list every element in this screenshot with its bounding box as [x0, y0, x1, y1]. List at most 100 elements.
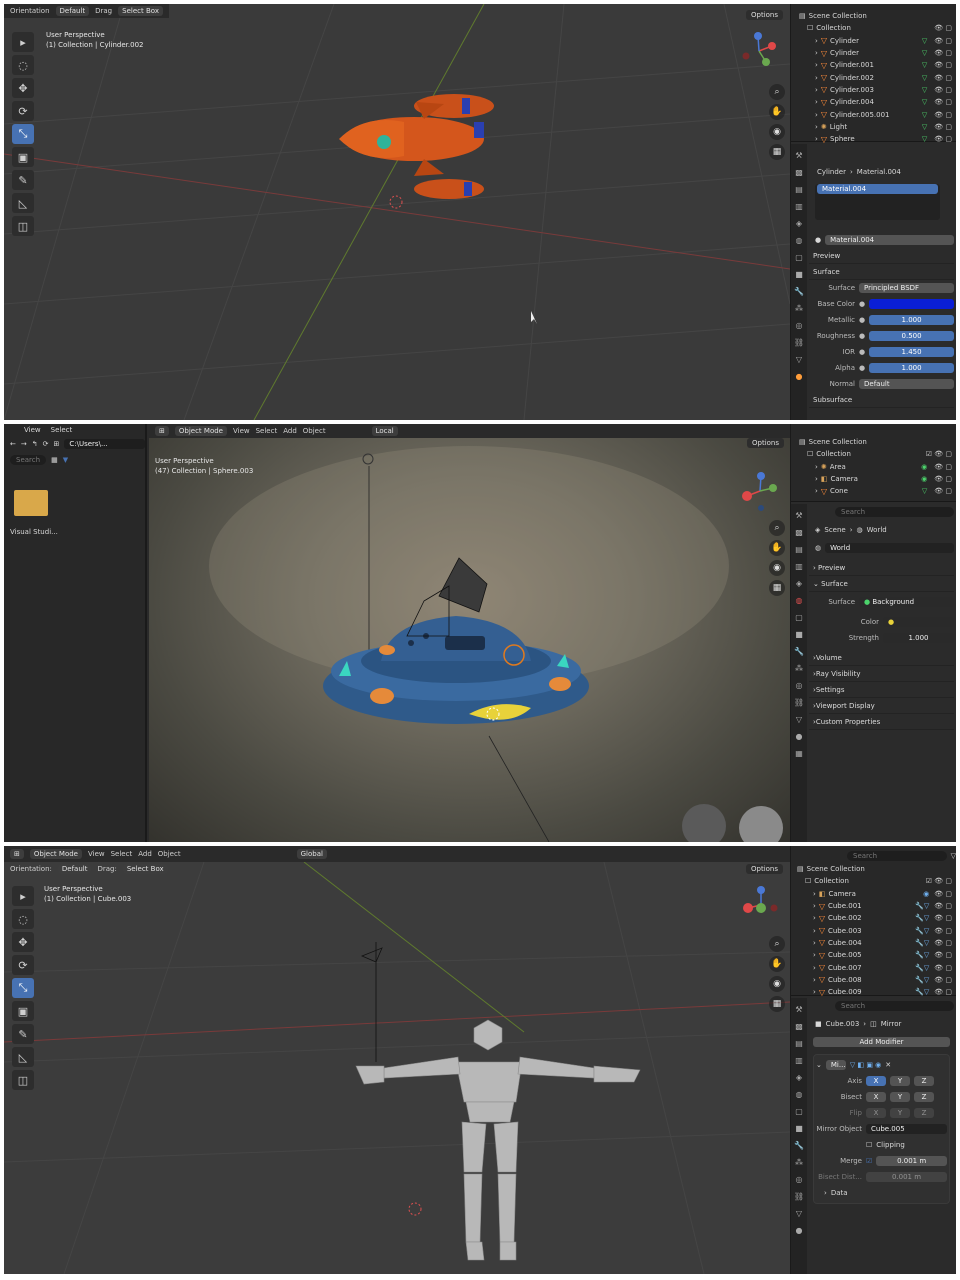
- surface-section[interactable]: Surface: [809, 264, 954, 280]
- expand-chevron-icon[interactable]: ›: [815, 111, 818, 119]
- expand-chevron-icon[interactable]: ›: [813, 902, 816, 910]
- mode-dropdown[interactable]: Object Mode: [174, 426, 227, 436]
- material-slot-list[interactable]: Material.004: [815, 184, 940, 220]
- parent-dir-icon[interactable]: ↰: [32, 440, 38, 448]
- shader-dropdown[interactable]: ● Background: [859, 597, 954, 607]
- axis-y-toggle[interactable]: Y: [890, 1076, 910, 1086]
- outliner-scene-collection[interactable]: ▤ Scene Collection: [799, 10, 956, 22]
- modifier-data-icon[interactable]: 🔧▽: [915, 927, 929, 935]
- expand-chevron-icon[interactable]: ›: [813, 890, 816, 898]
- visibility-toggle-icon[interactable]: 👁 ▢: [934, 902, 952, 910]
- visibility-toggle-icon[interactable]: 👁 ▢: [934, 475, 952, 483]
- visibility-toggle-icon[interactable]: 👁 ▢: [934, 988, 952, 996]
- transform-orientation-dropdown[interactable]: Global: [296, 849, 327, 859]
- object-tab-icon[interactable]: ■: [793, 1123, 805, 1135]
- visibility-toggle-icon[interactable]: 👁 ▢: [934, 123, 952, 131]
- visibility-toggle-icon[interactable]: 👁 ▢: [934, 976, 952, 984]
- annotate-tool-icon[interactable]: ✎: [12, 1024, 34, 1044]
- outliner-item[interactable]: › ▽ Cone ▽ 👁 ▢: [799, 485, 956, 497]
- add-cube-tool-icon[interactable]: ◫: [12, 216, 34, 236]
- constraints-tab-icon[interactable]: ⛓: [793, 1191, 805, 1203]
- outliner-scene-collection[interactable]: ▤ Scene Collection: [797, 863, 956, 875]
- visibility-toggle-icon[interactable]: 👁 ▢: [934, 49, 952, 57]
- mesh-data-icon[interactable]: ▽: [922, 111, 927, 119]
- data-tab-icon[interactable]: ▽: [793, 1208, 805, 1220]
- expand-chevron-icon[interactable]: ›: [813, 951, 816, 959]
- flip-y-toggle[interactable]: Y: [890, 1108, 910, 1118]
- mesh-data-icon[interactable]: ▽: [922, 74, 927, 82]
- properties-search-input[interactable]: Search: [835, 507, 954, 517]
- flip-z-toggle[interactable]: Z: [914, 1108, 934, 1118]
- collapse-chevron-icon[interactable]: ⌄: [816, 1061, 822, 1069]
- navigation-gizmo-icon[interactable]: [738, 882, 784, 928]
- drag-dropdown[interactable]: Select Box: [122, 863, 168, 874]
- orientation-dropdown[interactable]: Default: [55, 6, 90, 16]
- collection-tab-icon[interactable]: ▢: [793, 612, 805, 624]
- object-data-icon[interactable]: ▽: [922, 487, 927, 495]
- modifier-data-icon[interactable]: 🔧▽: [915, 914, 929, 922]
- transform-tool-icon[interactable]: ▣: [12, 1001, 34, 1021]
- visibility-toggle-icon[interactable]: 👁 ▢: [934, 939, 952, 947]
- outliner-item[interactable]: › ▽ Cube.007 🔧▽ 👁 ▢: [797, 961, 956, 973]
- outliner-item[interactable]: › ▽ Cylinder.003 ▽ 👁 ▢: [799, 84, 956, 96]
- visibility-toggle-icon[interactable]: 👁 ▢: [934, 74, 952, 82]
- modifier-data-icon[interactable]: 🔧▽: [915, 951, 929, 959]
- bisect-y-toggle[interactable]: Y: [890, 1092, 910, 1102]
- add-cube-tool-icon[interactable]: ◫: [12, 1070, 34, 1090]
- filter-icon[interactable]: ▼: [63, 456, 68, 464]
- annotate-tool-icon[interactable]: ✎: [12, 170, 34, 190]
- path-field[interactable]: C:\Users\...: [64, 439, 145, 449]
- object-data-icon[interactable]: ◉: [921, 463, 927, 471]
- outliner-item[interactable]: › ◧ Camera ◉ 👁 ▢: [797, 888, 956, 900]
- new-folder-icon[interactable]: ⊞: [54, 440, 60, 448]
- material-tab-icon[interactable]: ●: [793, 371, 805, 383]
- material-tab-icon[interactable]: ●: [793, 1225, 805, 1237]
- texture-tab-icon[interactable]: ▦: [793, 748, 805, 760]
- collapsed-section[interactable]: › Ray Visibility: [809, 666, 954, 682]
- axis-z-toggle[interactable]: Z: [914, 1076, 934, 1086]
- outliner-item[interactable]: › ▽ Cube.004 🔧▽ 👁 ▢: [797, 937, 956, 949]
- outliner-item[interactable]: › ▽ Cylinder.002 ▽ 👁 ▢: [799, 71, 956, 83]
- output-tab-icon[interactable]: ▤: [793, 184, 805, 196]
- mesh-data-icon[interactable]: ▽: [922, 123, 927, 131]
- perspective-grid-icon[interactable]: ▦: [769, 144, 785, 160]
- menu-add[interactable]: Add: [283, 427, 297, 435]
- outliner-item[interactable]: › ▽ Cube.008 🔧▽ 👁 ▢: [797, 974, 956, 986]
- menu-select[interactable]: Select: [51, 426, 73, 434]
- socket-icon[interactable]: ●: [859, 332, 865, 340]
- move-tool-icon[interactable]: ✥: [12, 932, 34, 952]
- material-name-field[interactable]: Material.004: [825, 235, 954, 245]
- expand-chevron-icon[interactable]: ›: [815, 487, 818, 495]
- merge-checkbox[interactable]: ☑: [866, 1157, 872, 1165]
- object-tab-icon[interactable]: ■: [793, 269, 805, 281]
- 3d-viewport[interactable]: Orientation: Default Drag: Select Box Op…: [4, 862, 790, 1274]
- editor-type-icon[interactable]: ⊞: [10, 849, 24, 859]
- visibility-toggle-icon[interactable]: 👁 ▢: [934, 951, 952, 959]
- output-tab-icon[interactable]: ▤: [793, 1038, 805, 1050]
- visibility-toggle-icon[interactable]: 👁 ▢: [934, 964, 952, 972]
- axis-x-toggle[interactable]: X: [866, 1076, 886, 1086]
- folder-icon[interactable]: [14, 490, 48, 516]
- outliner-collection[interactable]: ☐ Collection 👁 ▢: [799, 22, 956, 34]
- visibility-toggle-icon[interactable]: 👁 ▢: [934, 914, 952, 922]
- file-search-input[interactable]: Search: [10, 455, 47, 465]
- physics-tab-icon[interactable]: ◎: [793, 680, 805, 692]
- outliner-item[interactable]: › ✺ Area ◉ 👁 ▢: [799, 461, 956, 473]
- particles-tab-icon[interactable]: ⁂: [793, 303, 805, 315]
- zoom-icon[interactable]: ⌕: [769, 936, 785, 952]
- mode-dropdown[interactable]: Object Mode: [29, 849, 82, 859]
- options-button[interactable]: Options: [747, 438, 785, 448]
- mesh-data-icon[interactable]: ▽: [922, 135, 927, 143]
- visibility-toggle-icon[interactable]: 👁 ▢: [934, 61, 952, 69]
- expand-chevron-icon[interactable]: ›: [815, 475, 818, 483]
- view-layer-tab-icon[interactable]: ▥: [793, 561, 805, 573]
- collapsed-section[interactable]: › Custom Properties: [809, 714, 954, 730]
- preview-section[interactable]: › Preview: [809, 560, 954, 576]
- socket-icon[interactable]: ●: [859, 300, 865, 308]
- outliner-scene-collection[interactable]: ▤ Scene Collection: [799, 436, 956, 448]
- rotate-tool-icon[interactable]: ⟳: [12, 101, 34, 121]
- preview-section[interactable]: Preview: [809, 248, 954, 264]
- menu-select[interactable]: Select: [256, 427, 278, 435]
- collapsed-section[interactable]: › Volume: [809, 650, 954, 666]
- mesh-data-icon[interactable]: ▽: [922, 61, 927, 69]
